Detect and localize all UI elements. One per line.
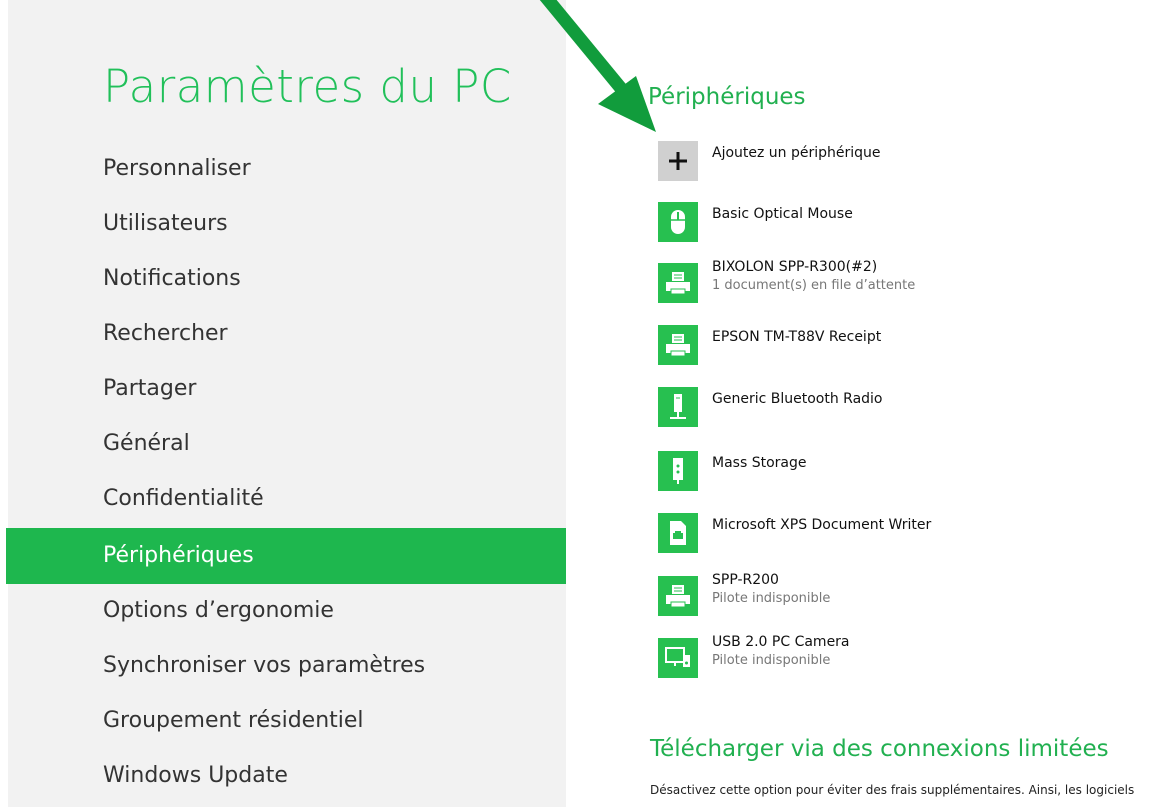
device-item[interactable]: Microsoft XPS Document Writer xyxy=(658,513,1138,557)
bluetooth-radio-icon xyxy=(658,387,698,427)
device-item[interactable]: EPSON TM-T88V Receipt xyxy=(658,325,1138,369)
device-status: Pilote indisponible xyxy=(712,653,831,668)
device-item[interactable]: USB 2.0 PC Camera Pilote indisponible xyxy=(658,634,1138,682)
nav-item-partager[interactable]: Partager xyxy=(6,361,566,417)
annotation-arrow-icon xyxy=(539,0,656,132)
mouse-icon xyxy=(658,202,698,242)
nav-item-personnaliser[interactable]: Personnaliser xyxy=(6,141,566,197)
nav-item-rechercher[interactable]: Rechercher xyxy=(6,306,566,362)
printer-icon xyxy=(658,263,698,303)
add-device-button[interactable]: Ajoutez un périphérique xyxy=(658,141,1138,185)
nav-item-peripheriques[interactable]: Périphériques xyxy=(6,528,566,584)
device-item[interactable]: Generic Bluetooth Radio xyxy=(658,387,1138,431)
metered-description: Désactivez cette option pour éviter des … xyxy=(650,783,1135,797)
nav-item-utilisateurs[interactable]: Utilisateurs xyxy=(6,196,566,252)
device-name: Basic Optical Mouse xyxy=(712,206,853,222)
device-item[interactable]: Mass Storage xyxy=(658,451,1138,495)
device-name: Generic Bluetooth Radio xyxy=(712,391,883,407)
device-status: Pilote indisponible xyxy=(712,591,831,606)
nav-item-ergonomie[interactable]: Options d’ergonomie xyxy=(6,583,566,639)
nav-item-general[interactable]: Général xyxy=(6,416,566,472)
device-name: USB 2.0 PC Camera xyxy=(712,634,850,650)
metered-section-title: Télécharger via des connexions limitées xyxy=(650,736,1109,762)
document-printer-icon xyxy=(658,513,698,553)
nav-item-notifications[interactable]: Notifications xyxy=(6,251,566,307)
plus-icon xyxy=(658,141,698,181)
device-name: EPSON TM-T88V Receipt xyxy=(712,329,882,345)
device-name: Microsoft XPS Document Writer xyxy=(712,517,932,533)
device-name: Mass Storage xyxy=(712,455,807,471)
add-device-label: Ajoutez un périphérique xyxy=(712,145,881,161)
device-item[interactable]: SPP-R200 Pilote indisponible xyxy=(658,572,1138,620)
camera-icon xyxy=(658,638,698,678)
nav-item-confidentialite[interactable]: Confidentialité xyxy=(6,471,566,527)
device-item[interactable]: Basic Optical Mouse xyxy=(658,202,1138,246)
printer-icon xyxy=(658,325,698,365)
nav-item-windows-update[interactable]: Windows Update xyxy=(6,748,566,804)
device-status: 1 document(s) en file d’attente xyxy=(712,278,916,293)
device-name: BIXOLON SPP-R300(#2) xyxy=(712,259,878,275)
device-name: SPP-R200 xyxy=(712,572,779,588)
nav-item-groupement[interactable]: Groupement résidentiel xyxy=(6,693,566,749)
printer-icon xyxy=(658,576,698,616)
device-item[interactable]: BIXOLON SPP-R300(#2) 1 document(s) en fi… xyxy=(658,259,1138,307)
nav-item-synchroniser[interactable]: Synchroniser vos paramètres xyxy=(6,638,566,694)
usb-storage-icon xyxy=(658,451,698,491)
